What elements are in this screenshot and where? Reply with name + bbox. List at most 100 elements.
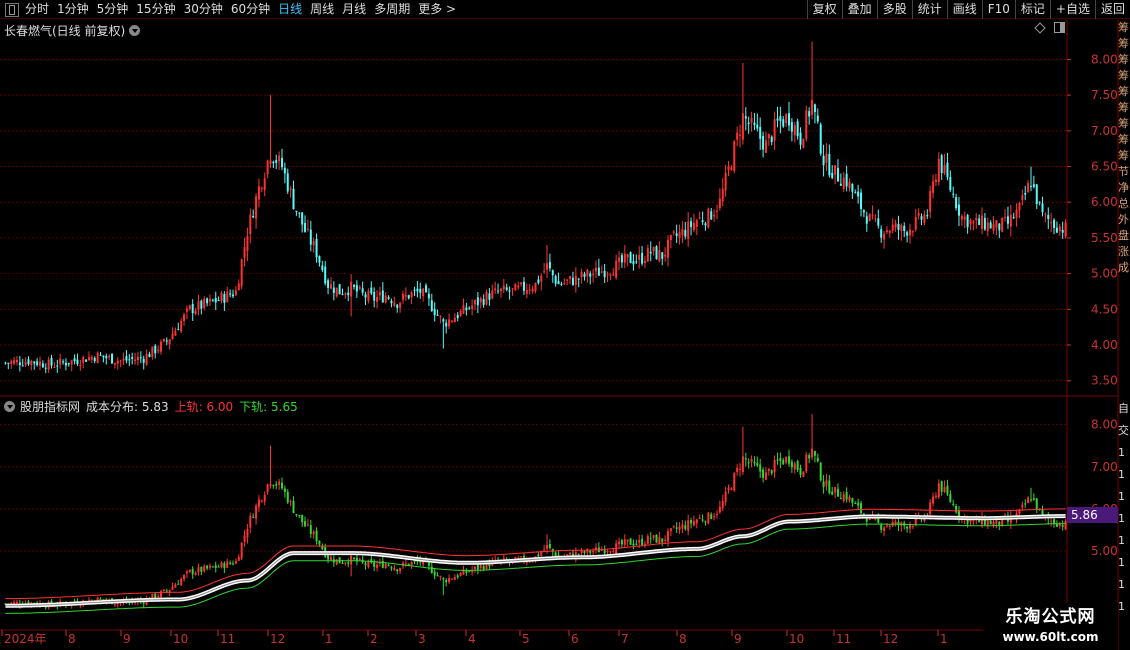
candle-body bbox=[684, 229, 687, 237]
candle-body bbox=[643, 261, 646, 264]
period-tab-6[interactable]: 日线 bbox=[278, 0, 302, 19]
candle-body bbox=[393, 302, 396, 306]
stock-chart[interactable]: 8.00 7.50 7.00 6.50 6.00 5.50 5.00 4.50 4.00 3.50… bbox=[0, 0, 1130, 650]
x-axis-label: 4 bbox=[468, 632, 476, 646]
candle-body bbox=[932, 181, 935, 193]
ind-candle-body bbox=[99, 598, 102, 600]
period-tab-3[interactable]: 15分钟 bbox=[136, 0, 175, 19]
candle-body bbox=[911, 231, 914, 233]
toolbar-button-0[interactable]: 复权 bbox=[806, 0, 842, 19]
candle-body bbox=[425, 285, 428, 293]
period-tab-4[interactable]: 30分钟 bbox=[184, 0, 223, 19]
ind-candle-body bbox=[597, 547, 600, 553]
candle-body bbox=[612, 274, 615, 276]
candle-body bbox=[318, 256, 321, 263]
side-info-strip-bottom: 自 交 1 1 1 1 1 1 1 1 bbox=[1118, 402, 1129, 613]
ind-candle-body bbox=[1006, 517, 1009, 522]
candle-body bbox=[309, 229, 312, 245]
candle-body bbox=[448, 319, 451, 327]
toolbar-button-8[interactable]: 返回 bbox=[1094, 0, 1130, 19]
maximize-icon[interactable] bbox=[1054, 22, 1065, 33]
toolbar-button-1[interactable]: 叠加 bbox=[841, 0, 877, 19]
period-tab-0[interactable]: 分时 bbox=[25, 0, 49, 19]
ind-candle-body bbox=[13, 602, 16, 605]
ind-candle-body bbox=[877, 518, 880, 523]
ind-candle-body bbox=[243, 535, 246, 542]
candle-body bbox=[171, 333, 174, 340]
ind-candle-body bbox=[85, 601, 88, 604]
toolbar-button-7[interactable]: +自选 bbox=[1049, 0, 1095, 19]
toolbar-button-5[interactable]: F10 bbox=[981, 0, 1015, 19]
main-tick-label: 6.00 bbox=[1091, 195, 1118, 209]
ind-candle-body bbox=[952, 503, 955, 505]
ind-candle-body bbox=[324, 546, 327, 557]
candle-body bbox=[571, 277, 574, 285]
candle-body bbox=[275, 160, 278, 163]
ind-candle-body bbox=[1038, 508, 1041, 510]
candle-body bbox=[551, 270, 554, 276]
ind-candle-body bbox=[407, 563, 410, 566]
candle-body bbox=[1053, 219, 1056, 228]
ind-candle-body bbox=[476, 564, 479, 570]
diamond-icon[interactable] bbox=[1034, 21, 1046, 34]
indicator-dropdown-icon[interactable] bbox=[4, 401, 15, 412]
period-tab-2[interactable]: 5分钟 bbox=[97, 0, 129, 19]
candle-body bbox=[7, 362, 10, 364]
candle-body bbox=[157, 349, 160, 351]
ind-candle-body bbox=[701, 519, 704, 521]
candle-body bbox=[514, 284, 517, 291]
toolbar-button-3[interactable]: 统计 bbox=[911, 0, 947, 19]
layout-toggle-icon[interactable] bbox=[5, 2, 19, 17]
ind-candle-body bbox=[401, 563, 404, 567]
candle-body bbox=[525, 290, 528, 294]
ind-candle-body bbox=[762, 469, 765, 478]
candle-body bbox=[505, 287, 508, 290]
ind-candle-body bbox=[551, 549, 554, 552]
candle-body bbox=[609, 274, 612, 276]
candle-body bbox=[589, 273, 592, 277]
title-dropdown-icon[interactable] bbox=[129, 25, 141, 36]
period-tab-1[interactable]: 1分钟 bbox=[57, 0, 89, 19]
ind-candle-body bbox=[321, 546, 324, 549]
x-axis-label: 11 bbox=[220, 632, 235, 646]
ind-candle-body bbox=[177, 583, 180, 585]
candle-body bbox=[131, 357, 134, 359]
toolbar-button-6[interactable]: 标记 bbox=[1014, 0, 1050, 19]
ind-candle-body bbox=[50, 600, 53, 606]
candle-body bbox=[18, 362, 21, 366]
period-tab-10[interactable]: 更多 > bbox=[418, 0, 456, 19]
candle-body bbox=[701, 220, 704, 223]
candle-body bbox=[923, 214, 926, 223]
period-tab-9[interactable]: 多周期 bbox=[374, 0, 410, 19]
ind-candle-body bbox=[609, 551, 612, 553]
ind-candle-body bbox=[906, 526, 909, 529]
candle-body bbox=[733, 141, 736, 171]
ind-candle-body bbox=[937, 483, 940, 497]
ind-candle-body bbox=[136, 600, 139, 603]
ind-candle-body bbox=[517, 558, 520, 560]
period-tab-7[interactable]: 周线 bbox=[310, 0, 334, 19]
candle-body bbox=[148, 353, 151, 358]
candle-body bbox=[934, 179, 937, 182]
candle-body bbox=[672, 231, 675, 233]
ind-candle-body bbox=[485, 561, 488, 570]
toolbar-button-2[interactable]: 多股 bbox=[876, 0, 912, 19]
ind-candle-body bbox=[499, 559, 502, 562]
ind-candle-body bbox=[661, 538, 664, 543]
period-tab-5[interactable]: 60分钟 bbox=[231, 0, 270, 19]
ind-candle-body bbox=[1029, 499, 1032, 501]
candle-body bbox=[1058, 226, 1061, 232]
toolbar-button-4[interactable]: 画线 bbox=[946, 0, 982, 19]
period-tab-8[interactable]: 月线 bbox=[342, 0, 366, 19]
candle-body bbox=[566, 279, 569, 281]
candle-body bbox=[479, 298, 482, 303]
ind-candle-body bbox=[707, 512, 710, 524]
ind-candle-body bbox=[393, 568, 396, 571]
candle-body bbox=[197, 301, 200, 310]
ind-candle-body bbox=[1021, 504, 1024, 508]
x-axis-label: 8 bbox=[68, 632, 76, 646]
candle-body bbox=[710, 211, 713, 220]
ind-candle-body bbox=[36, 602, 39, 606]
ind-candle-body bbox=[416, 559, 419, 562]
ind-candle-body bbox=[831, 491, 834, 495]
